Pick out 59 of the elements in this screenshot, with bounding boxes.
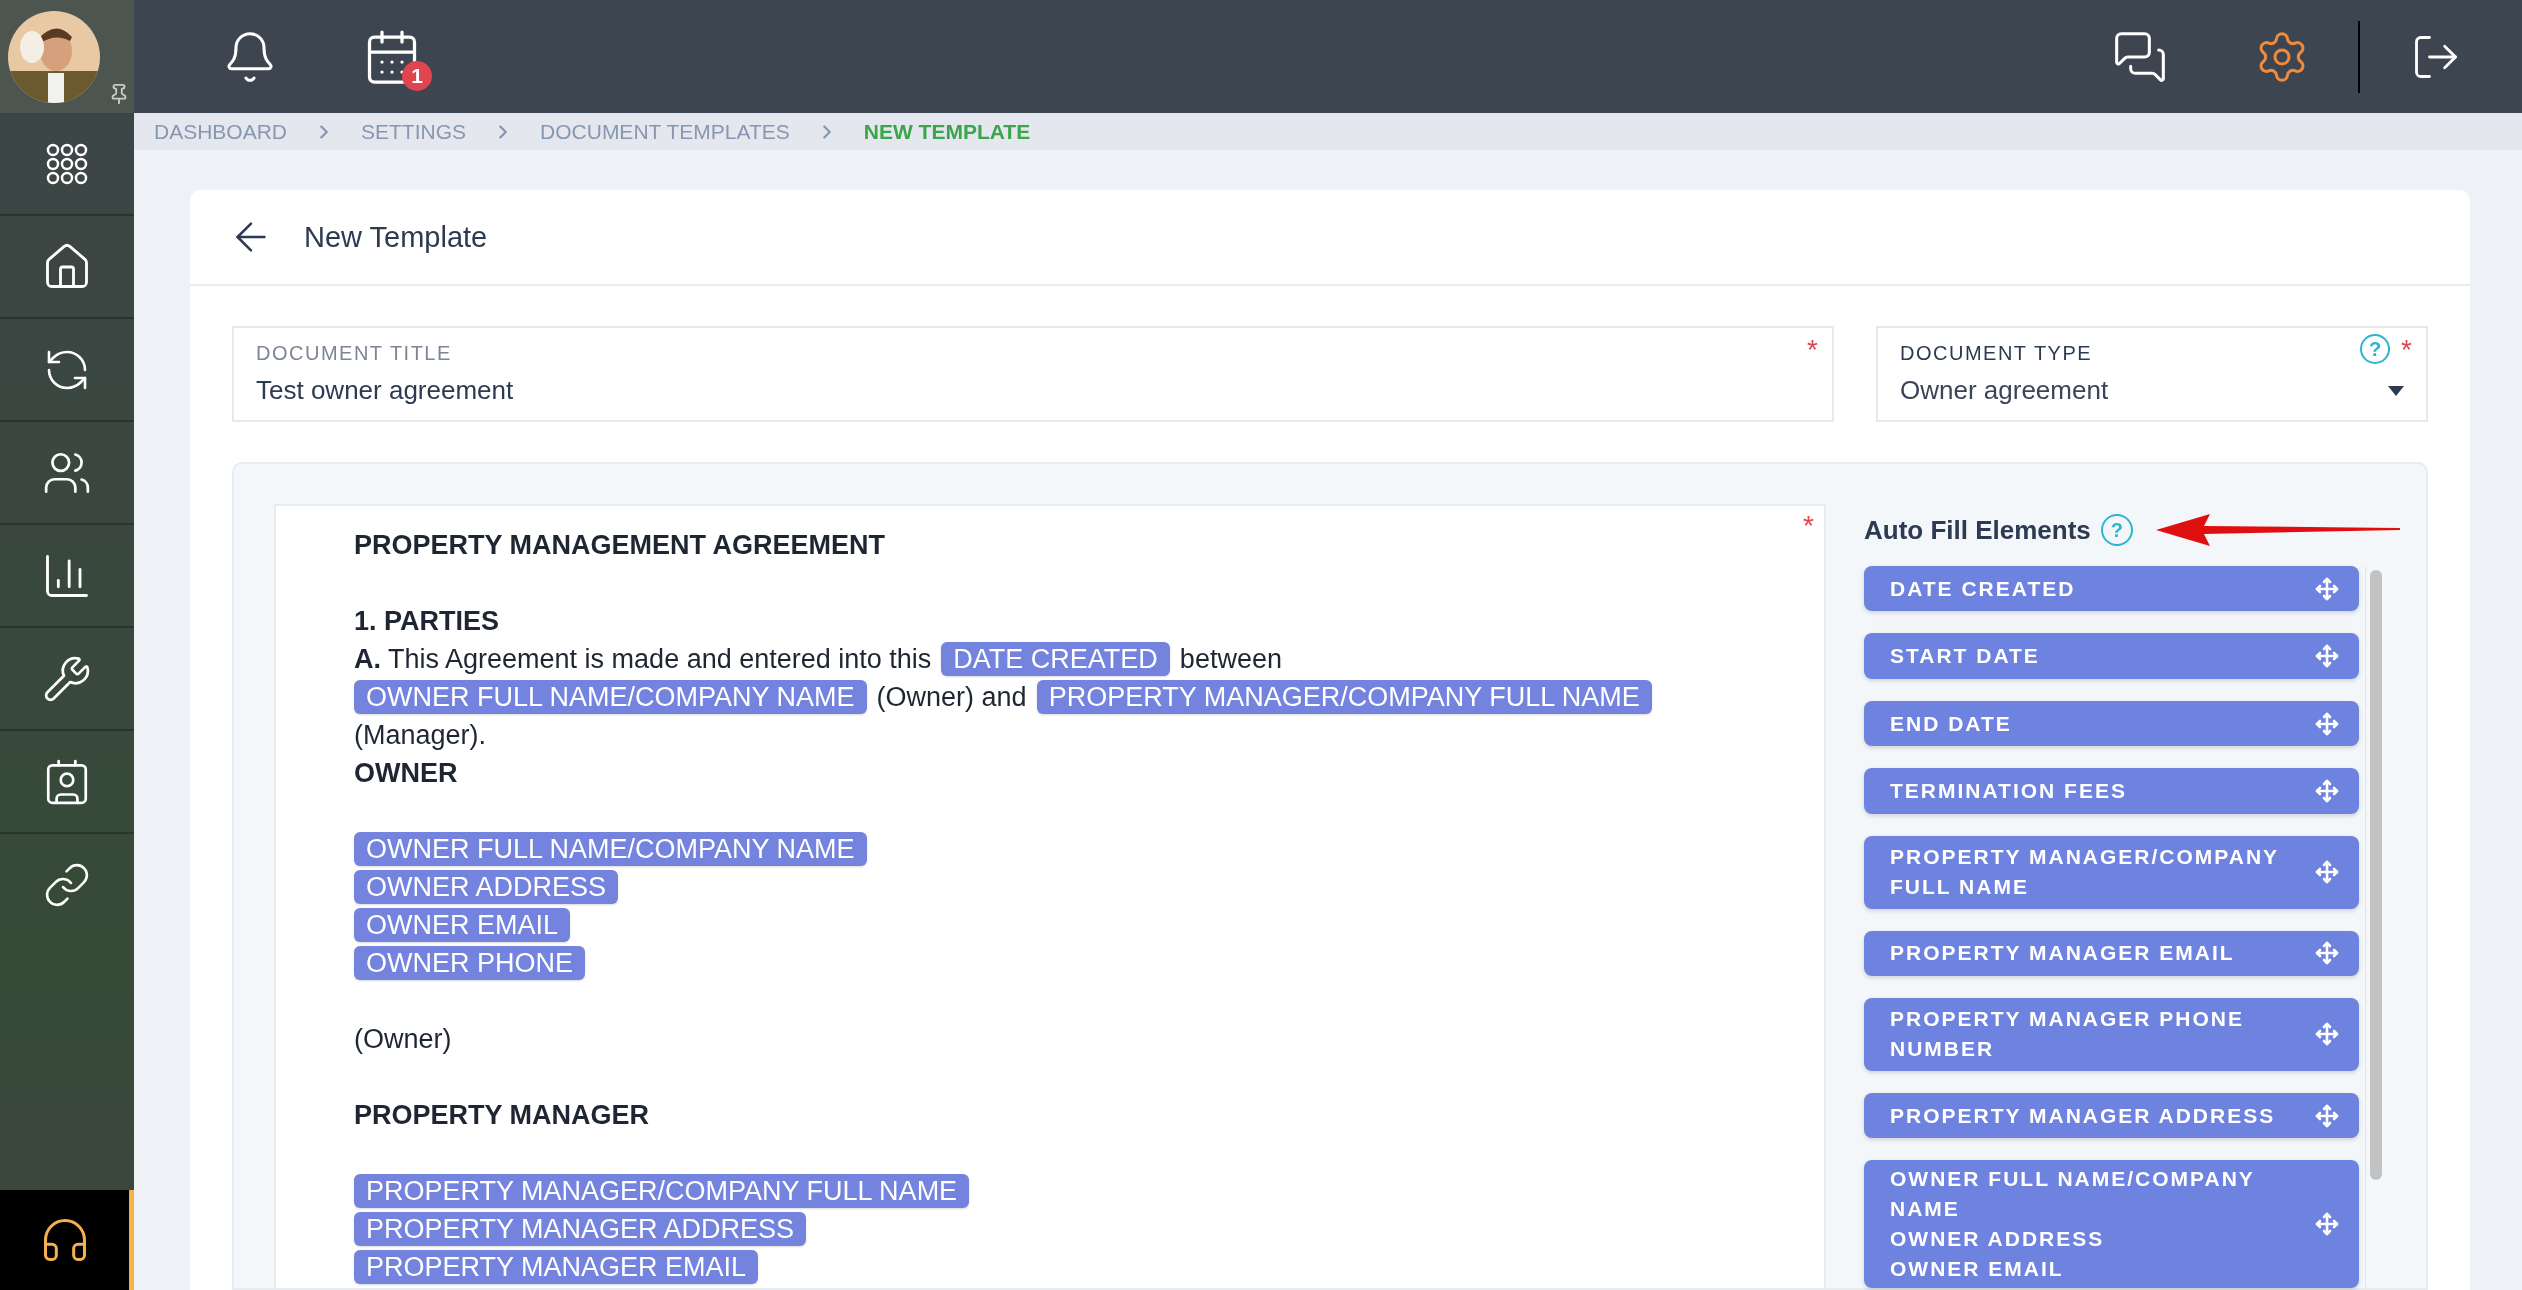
panel-title: Auto Fill Elements	[1864, 514, 2091, 546]
heading-text: PROPERTY MANAGEMENT AGREEMENT	[354, 529, 886, 562]
move-icon[interactable]	[2315, 711, 2339, 736]
heading-text: PROPERTY MANAGER	[354, 1099, 650, 1132]
page-title: New Template	[304, 220, 488, 254]
auto-fill-item[interactable]: START DATE	[1864, 633, 2359, 679]
auto-fill-item[interactable]: DATE CREATED	[1864, 566, 2359, 612]
breadcrumb-link[interactable]: DASHBOARD	[154, 119, 288, 144]
move-icon[interactable]	[2315, 576, 2339, 601]
auto-fill-tag[interactable]: OWNER FULL NAME/COMPANY NAME	[354, 832, 867, 866]
dropdown-caret-icon[interactable]	[2388, 385, 2404, 396]
auto-fill-tag[interactable]: OWNER ADDRESS	[354, 870, 619, 904]
help-icon[interactable]: ?	[2100, 514, 2133, 546]
title-input[interactable]: Test owner agreement	[256, 375, 1655, 406]
move-icon[interactable]	[2315, 860, 2339, 885]
body-text: A. This Agreement is made and entered into this	[354, 643, 932, 676]
scrollbar-thumb[interactable]	[2370, 570, 2382, 1180]
body-text: (Manager).	[354, 719, 487, 752]
move-icon[interactable]	[2315, 1212, 2339, 1237]
body-text: between	[1179, 643, 1282, 676]
breadcrumb-link[interactable]: NEW TEMPLATE	[863, 119, 1031, 144]
auto-fill-item[interactable]: PROPERTY MANAGER PHONE NUMBER	[1864, 997, 2359, 1071]
help-icon[interactable]: ?	[2360, 334, 2390, 364]
auto-fill-item[interactable]: PROPERTY MANAGER EMAIL	[1864, 930, 2359, 976]
auto-fill-tag[interactable]: PROPERTY MANAGER ADDRESS	[354, 1212, 807, 1246]
auto-fill-item[interactable]: END DATE	[1864, 700, 2359, 747]
move-icon[interactable]	[2315, 644, 2339, 669]
breadcrumb-link[interactable]: DOCUMENT TEMPLATES	[540, 119, 790, 144]
field-label: DOCUMENT TYPE	[1900, 342, 2093, 365]
move-icon[interactable]	[2315, 778, 2339, 803]
auto-fill-tag[interactable]: PROPERTY MANAGER/COMPANY FULL NAME	[1036, 680, 1652, 714]
field-label: DOCUMENT TITLE	[256, 342, 452, 365]
document-editor[interactable]	[274, 504, 1826, 1288]
apps-grid-icon[interactable]	[46, 142, 88, 185]
select-field[interactable]: DOCUMENT TYPE Owner agreement ? *	[1876, 326, 2428, 422]
auto-fill-item[interactable]: TERMINATION FEES	[1864, 768, 2359, 814]
body-text: (Owner)	[354, 1023, 452, 1056]
auto-fill-item[interactable]: PROPERTY MANAGER/COMPANY FULL NAME	[1864, 835, 2359, 909]
auto-fill-item[interactable]: OWNER FULL NAME/COMPANY NAME OWNER ADDRESS OWNER EMAIL	[1864, 1160, 2359, 1288]
auto-fill-tag[interactable]: OWNER FULL NAME/COMPANY NAME	[354, 680, 867, 714]
auto-fill-tag[interactable]: DATE CREATED	[941, 642, 1170, 676]
auto-fill-tag[interactable]: PROPERTY MANAGER EMAIL	[354, 1250, 759, 1284]
select-value: Owner agreement	[1900, 375, 2109, 406]
notification-badge: 1	[402, 60, 432, 91]
heading-text: OWNER	[354, 757, 458, 790]
required-mark: *	[1803, 510, 1814, 542]
auto-fill-tag[interactable]: PROPERTY MANAGER/COMPANY FULL NAME	[354, 1174, 970, 1208]
title-field[interactable]: DOCUMENT TITLE Test owner agreement *	[232, 326, 1834, 422]
move-icon[interactable]	[2315, 1022, 2339, 1047]
body-text: (Owner) and	[876, 681, 1027, 714]
auto-fill-tag[interactable]: OWNER PHONE	[354, 946, 585, 980]
move-icon[interactable]	[2315, 1103, 2339, 1128]
breadcrumb-link[interactable]: SETTINGS	[361, 119, 467, 144]
auto-fill-item[interactable]: PROPERTY MANAGER ADDRESS	[1864, 1092, 2359, 1139]
heading-text: 1. PARTIES	[354, 605, 500, 638]
move-icon[interactable]	[2315, 941, 2339, 966]
auto-fill-tag[interactable]: OWNER EMAIL	[354, 908, 571, 942]
required-mark: *	[1807, 334, 1818, 366]
required-mark: *	[2401, 334, 2412, 366]
